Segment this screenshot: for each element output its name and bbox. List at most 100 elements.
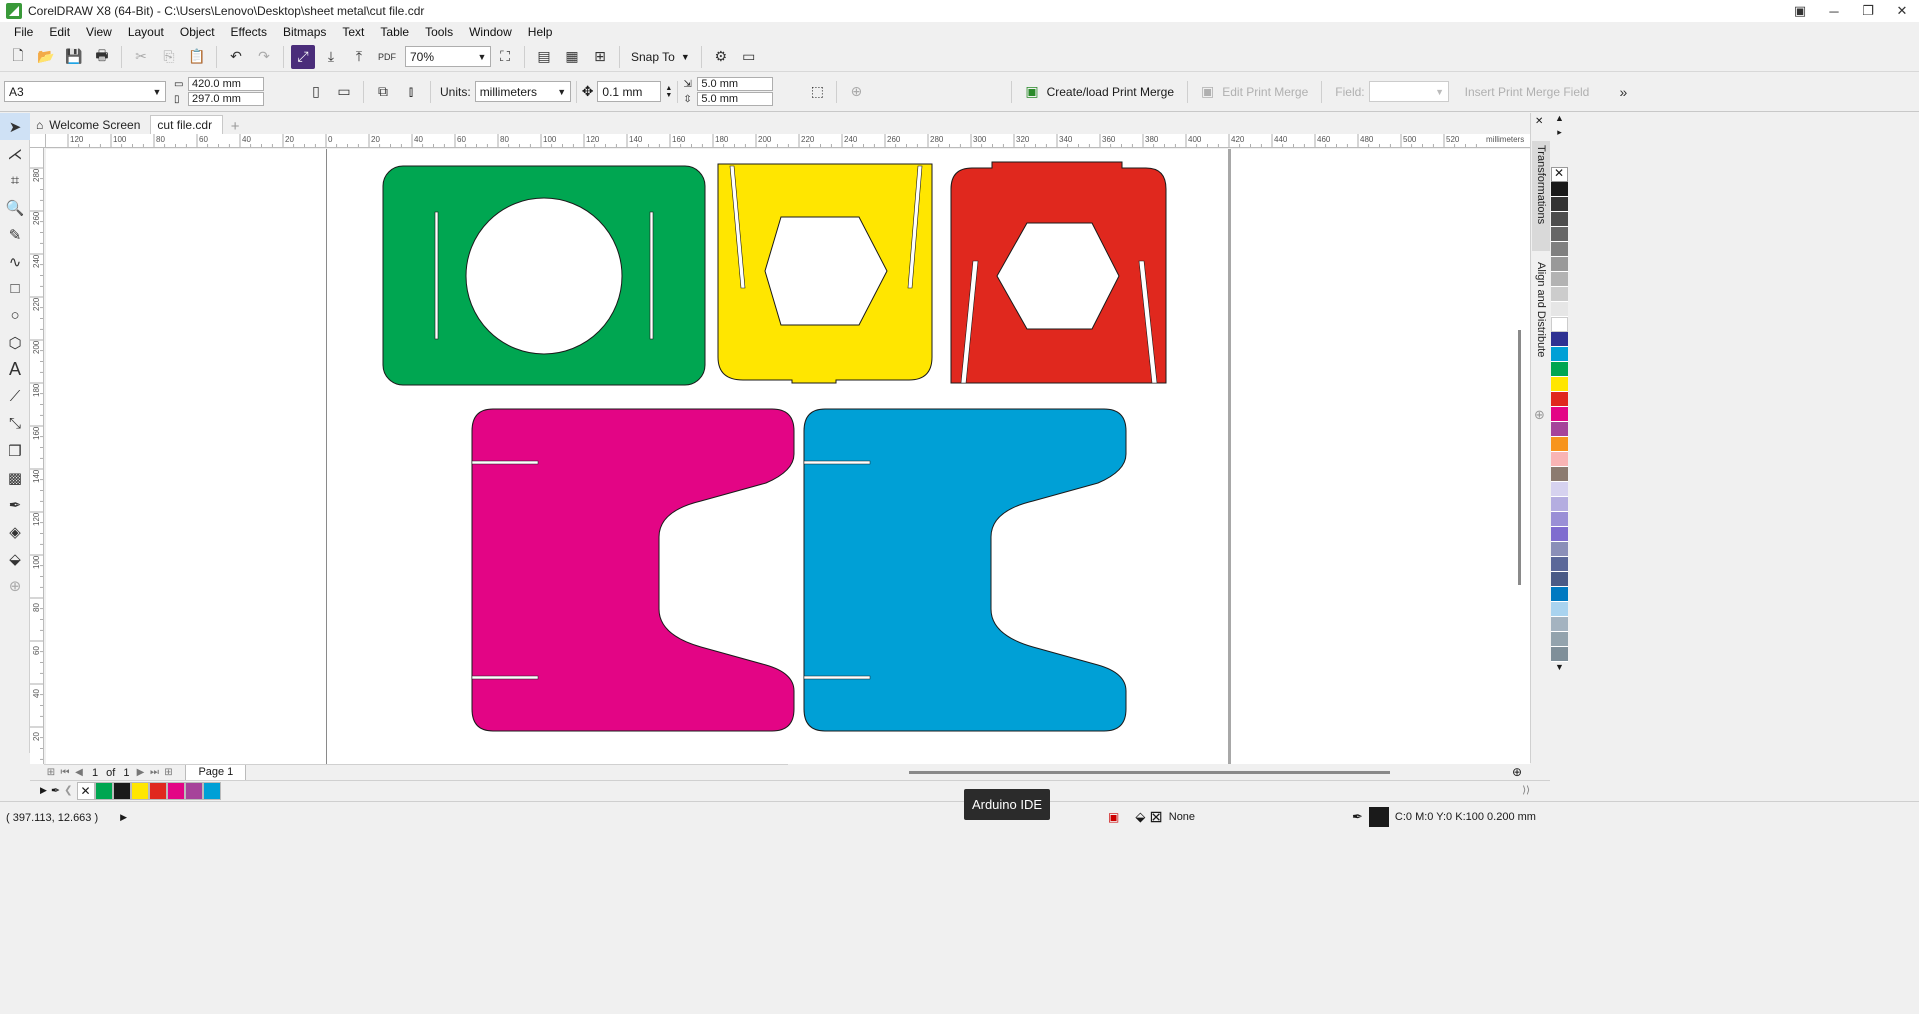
add-page-before-icon[interactable]: ⊞ [44,767,58,778]
text-tool-icon[interactable]: A [0,356,30,383]
swatch-violet[interactable] [1551,527,1568,542]
transparency-tool-icon[interactable]: ▩ [0,464,30,491]
smart-fill-icon[interactable]: ⬙ [0,545,30,572]
swatch-slate-2[interactable] [1551,557,1568,572]
swatch-black[interactable] [1551,182,1568,197]
connector-tool-icon[interactable]: ⤡ [0,410,30,437]
swatch-gray-50[interactable] [1551,257,1568,272]
menu-object[interactable]: Object [172,22,223,42]
page-height-field[interactable]: 297.0 mm [188,92,264,106]
palette-scroll-up-icon[interactable]: ▲ [1551,113,1568,127]
swatch-brown[interactable] [1551,467,1568,482]
status-expand-icon[interactable]: ▶ [120,812,127,823]
swatch-blue[interactable] [1551,587,1568,602]
current-page-icon[interactable]: ⫾ [399,80,423,104]
menu-text[interactable]: Text [334,22,372,42]
red-panel-shape[interactable] [950,161,1167,384]
swatch-gray-80[interactable] [1551,212,1568,227]
open-icon[interactable]: 📂 [34,45,58,69]
options-gear-icon[interactable]: ⚙ [709,45,733,69]
swatch-steel-2[interactable] [1551,647,1568,662]
units-combo[interactable]: millimeters ▼ [474,81,571,102]
publish-pdf-icon[interactable]: PDF [375,45,399,69]
doc-swatch-red[interactable] [148,781,167,800]
doc-swatch-magenta[interactable] [166,781,185,800]
chevron-down-icon[interactable]: ▼ [474,47,490,66]
duplicate-x-field[interactable]: 5.0 mm [697,77,774,91]
restore-button[interactable]: ❐ [1851,0,1885,22]
pick-tool-icon[interactable]: ➤ [0,113,30,140]
first-page-icon[interactable]: ⏮ [58,767,72,778]
fill-bucket-icon[interactable]: ⬙ [1135,809,1145,825]
swatch-green[interactable] [1551,362,1568,377]
page-size-combo[interactable]: A3 ▼ [4,81,166,102]
swatch-light-blue[interactable] [1551,602,1568,617]
scroll-left-icon[interactable]: ❮ [64,785,72,796]
add-tool-icon[interactable]: ⊕ [0,572,30,599]
color-eyedropper-icon[interactable]: ✒ [0,491,30,518]
swatch-steel[interactable] [1551,632,1568,647]
import-icon[interactable]: ⤓ [319,45,343,69]
menu-window[interactable]: Window [461,22,520,42]
minimize-button[interactable]: ─ [1817,0,1851,22]
page-width-field[interactable]: 420.0 mm [188,77,264,91]
swatch-orange[interactable] [1551,437,1568,452]
all-pages-icon[interactable]: ⧉ [371,80,395,104]
drop-shadow-tool-icon[interactable]: ❒ [0,437,30,464]
menu-edit[interactable]: Edit [41,22,78,42]
swatch-white[interactable] [1551,317,1568,332]
add-page-after-icon[interactable]: ⊞ [161,767,175,778]
document-palette-collapse-icon[interactable]: ⟩⟩ [1522,785,1530,796]
page-tab[interactable]: Page 1 [185,764,247,781]
search-content-icon[interactable]: ⤢ [291,44,315,69]
print-icon[interactable]: 🖶 [90,45,114,69]
green-panel-shape[interactable] [382,165,706,386]
doc-swatch-cyan[interactable] [202,781,221,800]
edit-print-merge-button[interactable]: ▣ Edit Print Merge [1193,72,1316,112]
swatch-navy[interactable] [1551,332,1568,347]
doc-swatch-black[interactable] [112,781,131,800]
menu-help[interactable]: Help [520,22,561,42]
toolbar-overflow-icon[interactable]: » [1611,80,1635,104]
full-screen-icon[interactable]: ⛶ [493,45,517,69]
shape-tool-icon[interactable]: ⋌ [0,140,30,167]
docker-tab-align-distribute[interactable]: Align and Distribute [1532,258,1550,378]
help-account-icon[interactable]: ▣ [1783,0,1817,22]
menu-tools[interactable]: Tools [417,22,461,42]
menu-bitmaps[interactable]: Bitmaps [275,22,334,42]
save-icon[interactable]: 💾 [62,45,86,69]
ruler-origin[interactable] [30,134,46,148]
horizontal-scrollbar-thumb[interactable] [909,771,1390,774]
zoom-navigator-icon[interactable]: ⊕ [1512,765,1522,779]
menu-view[interactable]: View [78,22,120,42]
swatch-gray-20[interactable] [1551,287,1568,302]
cyan-panel-shape[interactable] [803,408,1127,732]
swatch-pink[interactable] [1551,452,1568,467]
cut-icon[interactable]: ✂ [129,45,153,69]
show-rulers-icon[interactable]: ▤ [532,45,556,69]
show-grid-icon[interactable]: ▦ [560,45,584,69]
ellipse-tool-icon[interactable]: ○ [0,302,30,329]
new-tab-plus-icon[interactable]: + [227,118,243,135]
field-combo[interactable]: ▼ [1368,81,1449,102]
docker-tab-transformations[interactable]: Transformations [1532,141,1550,251]
duplicate-y-field[interactable]: 5.0 mm [697,92,774,106]
swatch-none[interactable]: ✕ [1551,166,1568,182]
swatch-yellow[interactable] [1551,377,1568,392]
eyedropper-icon[interactable]: ✒ [51,784,60,797]
polygon-tool-icon[interactable]: ⬡ [0,329,30,356]
outline-pen-icon[interactable]: ✒ [1352,809,1363,825]
nudge-distance-field[interactable]: 0.1 mm [597,81,662,102]
palette-scroll-down-icon[interactable]: ▼ [1551,662,1568,676]
chevron-down-icon[interactable]: ▼ [554,82,570,101]
swatch-slate-3[interactable] [1551,572,1568,587]
swatch-lavender-3[interactable] [1551,512,1568,527]
vertical-scrollbar-thumb[interactable] [1518,330,1521,585]
show-guidelines-icon[interactable]: ⊞ [588,45,612,69]
last-page-icon[interactable]: ⏭ [147,767,161,778]
swatch-lavender-1[interactable] [1551,482,1568,497]
swatch-gray-70[interactable] [1551,227,1568,242]
swatch-gray-40[interactable] [1551,272,1568,287]
copy-icon[interactable]: ⎘ [157,45,181,69]
swatch-gray-90[interactable] [1551,197,1568,212]
